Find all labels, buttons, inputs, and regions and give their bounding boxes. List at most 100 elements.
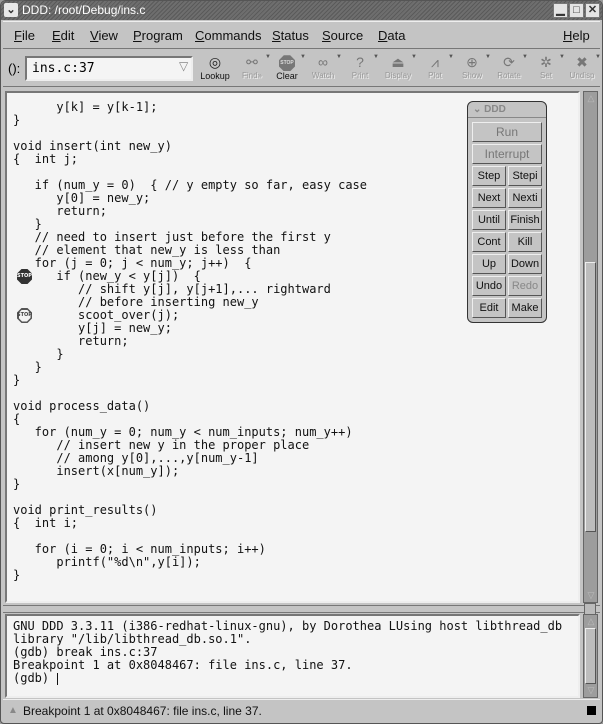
source-line[interactable]: return; [13, 335, 367, 348]
source-line[interactable]: } [13, 361, 367, 374]
edit-button[interactable]: Edit [472, 298, 506, 318]
argument-field[interactable]: ins.c:37 [25, 56, 193, 81]
find-button[interactable]: ⚯ Find» ▼ [232, 54, 272, 84]
source-line[interactable]: printf("%d\n",y[i]); [13, 556, 367, 569]
clear-button[interactable]: STOP Clear ▼ [267, 54, 307, 84]
scroll-down-arrow[interactable]: ▽ [585, 685, 597, 696]
up-button[interactable]: Up [472, 254, 506, 274]
source-line[interactable]: } [13, 569, 367, 582]
close-button[interactable]: ✕ [585, 3, 600, 18]
source-line[interactable]: { int i; [13, 517, 367, 530]
plot-button[interactable]: ⩘ Plot ▼ [415, 54, 455, 84]
triangle-down-icon: ▽ [179, 59, 189, 73]
source-line[interactable]: insert(x[num_y]); [13, 465, 367, 478]
kill-button[interactable]: Kill [508, 232, 542, 252]
busy-indicator [587, 706, 596, 715]
disabled-breakpoint-stop-icon[interactable]: STOP [17, 308, 32, 323]
redo-button[interactable]: Redo [508, 276, 542, 296]
run-button[interactable]: Run [472, 122, 542, 142]
next-button[interactable]: Next [472, 188, 506, 208]
source-line[interactable]: void process_data() [13, 400, 367, 413]
watch-button[interactable]: ∞ Watch ▼ [303, 54, 343, 84]
nexti-button[interactable]: Nexti [508, 188, 542, 208]
print-button[interactable]: ? Print ▼ [340, 54, 380, 84]
menu-file[interactable]: File [14, 28, 35, 43]
menu-source[interactable]: Source [322, 28, 363, 43]
debugger-console[interactable]: GNU DDD 3.3.11 (i386-redhat-linux-gnu), … [5, 614, 580, 698]
scroll-up-arrow[interactable]: △ [585, 93, 597, 104]
maximize-icon: □ [573, 4, 580, 16]
close-icon: ✕ [587, 4, 598, 16]
status-message: Breakpoint 1 at 0x8048467: file ins.c, l… [23, 704, 262, 718]
breakpoint-stop-icon[interactable]: STOP [17, 269, 32, 284]
menu-label-part: P [133, 28, 142, 43]
scroll-down-arrow[interactable]: ▽ [585, 590, 597, 601]
window-title: DDD: /root/Debug/ins.c [22, 3, 146, 17]
step-button[interactable]: Step [472, 166, 506, 186]
breakpoint-label: STOP [17, 312, 32, 318]
menu-program[interactable]: Program [133, 28, 183, 43]
status-bar: ▲ Breakpoint 1 at 0x8048467: file ins.c,… [3, 699, 600, 721]
finish-button[interactable]: Finish [508, 210, 542, 230]
source-line[interactable]: { int j; [13, 153, 367, 166]
undisp-label: Undisp [569, 71, 595, 80]
show-label: Show [461, 71, 482, 80]
source-scroll-thumb[interactable] [585, 262, 596, 532]
set-button[interactable]: ✲ Set ▼ [526, 54, 566, 84]
lookup-label: Lookup [200, 71, 230, 81]
menu-view[interactable]: View [90, 28, 118, 43]
menu-label-part: dit [60, 28, 75, 43]
pane-divider[interactable] [3, 605, 600, 613]
undisp-button[interactable]: ✖ Undisp ▼ [562, 54, 602, 84]
console-prompt-line[interactable]: (gdb) [13, 672, 562, 685]
menu-label-part: ommands [204, 28, 262, 43]
show-button[interactable]: ⊕ Show ▼ [452, 54, 492, 84]
menu-commands[interactable]: Commands [195, 28, 261, 43]
menu-status[interactable]: Status [272, 28, 309, 43]
menu-label-part: F [14, 28, 22, 43]
menu-label-part: C [195, 28, 205, 43]
source-line[interactable]: } [13, 114, 367, 127]
argument-history-dropdown[interactable]: ▽ [179, 59, 191, 77]
undo-button[interactable]: Undo [472, 276, 506, 296]
window-menu-button[interactable]: ⌄ [4, 3, 18, 17]
menu-label-part: iew [98, 28, 118, 43]
menu-label-part: elp [572, 28, 590, 43]
source-line[interactable]: return; [13, 205, 367, 218]
maximize-button[interactable]: □ [569, 3, 584, 18]
make-button[interactable]: Make [508, 298, 542, 318]
triangle-down-icon: ▽ [587, 590, 595, 600]
source-line[interactable]: } [13, 348, 367, 361]
menu-bar: File Edit View Program Commands Status S… [3, 21, 600, 49]
menu-help[interactable]: Help [563, 28, 590, 43]
console-scroll-thumb[interactable] [585, 628, 596, 684]
source-line[interactable]: } [13, 374, 367, 387]
ddd-window: ⌄ DDD: /root/Debug/ins.c ▁ □ ✕ File Edit… [0, 0, 603, 724]
source-line[interactable]: } [13, 478, 367, 491]
gdb-prompt: (gdb) [13, 671, 57, 685]
minimize-button[interactable]: ▁ [553, 3, 568, 18]
status-history-icon[interactable]: ▲ [8, 705, 18, 716]
source-scrollbar[interactable]: △ ▽ [583, 91, 598, 603]
menu-data[interactable]: Data [378, 28, 405, 43]
console-scrollbar[interactable]: △ ▽ [583, 614, 598, 698]
lookup-button[interactable]: ◎ Lookup [195, 54, 235, 84]
scroll-up-arrow[interactable]: △ [585, 616, 597, 627]
source-code[interactable]: y[k] = y[k-1];} void insert(int new_y){ i… [13, 101, 367, 582]
console-output[interactable]: GNU DDD 3.3.11 (i386-redhat-linux-gnu), … [13, 620, 562, 685]
menu-label-part: S [272, 28, 281, 43]
source-line[interactable]: y[k] = y[k-1]; [13, 101, 367, 114]
display-button[interactable]: ⏏ Display ▼ [378, 54, 418, 84]
stepi-button[interactable]: Stepi [508, 166, 542, 186]
minimize-icon: ▁ [556, 4, 565, 16]
toolbar: (): ins.c:37 ▽ ◎ Lookup ⚯ Find» ▼ STOP C… [3, 51, 602, 87]
triangle-down-icon: ▽ [587, 685, 595, 695]
down-button[interactable]: Down [508, 254, 542, 274]
interrupt-button[interactable]: Interrupt [472, 144, 542, 164]
until-button[interactable]: Until [472, 210, 506, 230]
command-tool-title-text: DDD [484, 104, 506, 115]
command-tool-title[interactable]: ⌄ DDD [468, 102, 546, 118]
menu-edit[interactable]: Edit [52, 28, 74, 43]
cont-button[interactable]: Cont [472, 232, 506, 252]
rotate-button[interactable]: ⟳ Rotate ▼ [489, 54, 529, 84]
